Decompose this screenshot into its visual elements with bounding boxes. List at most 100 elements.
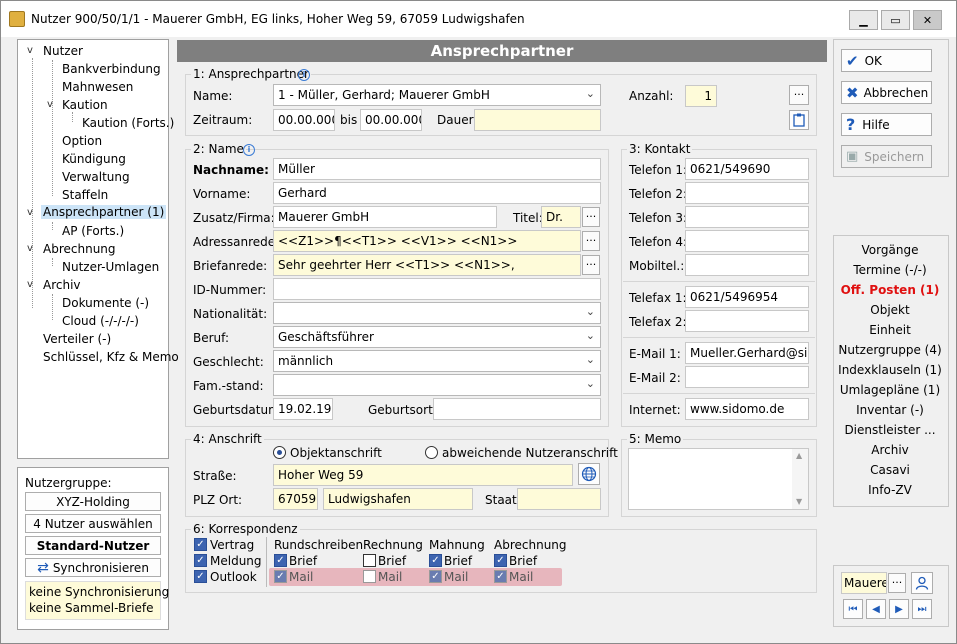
nav-vorgaenge[interactable]: Vorgänge <box>831 243 949 257</box>
zeitraum-to-input[interactable]: 00.00.0000 <box>360 109 422 131</box>
tel1-input[interactable]: 0621/549690 <box>685 158 809 180</box>
nav-archiv[interactable]: Archiv <box>831 443 949 457</box>
mobil-input[interactable] <box>685 254 809 276</box>
minimize-button[interactable]: ▁ <box>849 10 878 30</box>
globe-button[interactable] <box>578 463 600 485</box>
geschlecht-select[interactable]: männlich ⌄ <box>273 350 601 372</box>
tree-item-option[interactable]: Option <box>62 134 102 148</box>
clipboard-button[interactable] <box>789 110 809 130</box>
tree-item-nutzer[interactable]: Nutzer <box>43 44 83 58</box>
chevron-down-icon[interactable]: v <box>27 243 33 254</box>
abrechnung-brief-checkbox[interactable]: ✓ <box>494 554 507 567</box>
chevron-down-icon[interactable]: v <box>47 99 53 110</box>
zusatz-input[interactable]: Mauerer GmbH <box>273 206 497 228</box>
adressanrede-more-button[interactable]: ... <box>582 231 600 251</box>
sync-button[interactable]: ⇄ Synchronisieren <box>25 558 161 577</box>
rundschreiben-mail-checkbox[interactable]: ✓ <box>274 570 287 583</box>
more-button[interactable]: ... <box>789 85 809 105</box>
tel2-input[interactable] <box>685 182 809 204</box>
plz-input[interactable]: 67059 <box>273 488 318 510</box>
dauer-input[interactable] <box>474 109 601 131</box>
tree-item-nutzer-umlagen[interactable]: Nutzer-Umlagen <box>62 260 159 274</box>
tel4-input[interactable] <box>685 230 809 252</box>
briefanrede-more-button[interactable]: ... <box>582 255 600 275</box>
vorname-input[interactable]: Gerhard <box>273 182 601 204</box>
nationalitaet-select[interactable]: ⌄ <box>273 302 601 324</box>
close-button[interactable]: ✕ <box>913 10 942 30</box>
tree-item-dokumente[interactable]: Dokumente (-) <box>62 296 149 310</box>
rechnung-brief-checkbox[interactable] <box>363 554 376 567</box>
scroll-up-icon[interactable]: ▲ <box>796 451 802 460</box>
cancel-button[interactable]: ✖ Abbrechen <box>841 81 932 104</box>
tree-item-verwaltung[interactable]: Verwaltung <box>62 170 130 184</box>
select-users-button[interactable]: 4 Nutzer auswählen <box>25 514 161 533</box>
staat-input[interactable] <box>517 488 601 510</box>
prev-record-button[interactable]: ◀ <box>866 599 886 619</box>
nav-umlageplaene[interactable]: Umlagepläne (1) <box>831 383 949 397</box>
geburtsort-input[interactable] <box>433 398 601 420</box>
famstand-select[interactable]: ⌄ <box>273 374 601 396</box>
nav-casavi[interactable]: Casavi <box>831 463 949 477</box>
objektanschrift-label[interactable]: Objektanschrift <box>290 446 382 460</box>
chevron-down-icon[interactable]: v <box>27 279 33 290</box>
last-record-button[interactable]: ⏭ <box>912 599 932 619</box>
fax2-input[interactable] <box>685 310 809 332</box>
search-more-button[interactable]: ... <box>888 573 906 593</box>
nav-indexklauseln[interactable]: Indexklauseln (1) <box>831 363 949 377</box>
mail2-input[interactable] <box>685 366 809 388</box>
nachname-input[interactable]: Müller <box>273 158 601 180</box>
memo-scrollbar[interactable]: ▲ ▼ <box>792 449 808 509</box>
chevron-down-icon[interactable]: v <box>27 207 33 218</box>
tree-item-verteiler[interactable]: Verteiler (-) <box>43 332 111 346</box>
name-select[interactable]: 1 - Müller, Gerhard; Mauerer GmbH ⌄ <box>273 84 601 106</box>
geburtsdatum-input[interactable]: 19.02.1985 <box>273 398 333 420</box>
scroll-down-icon[interactable]: ▼ <box>796 497 802 506</box>
adressanrede-input[interactable]: <<Z1>>¶<<T1>> <<V1>> <<N1>> <box>273 230 581 252</box>
nav-termine[interactable]: Termine (-/-) <box>831 263 949 277</box>
nav-dienstleister[interactable]: Dienstleister ... <box>831 423 949 437</box>
tree-item-mahnwesen[interactable]: Mahnwesen <box>62 80 133 94</box>
internet-input[interactable]: www.sidomo.de <box>685 398 809 420</box>
tree-item-kuendigung[interactable]: Kündigung <box>62 152 126 166</box>
nav-info-zv[interactable]: Info-ZV <box>831 483 949 497</box>
objektanschrift-radio[interactable] <box>273 446 286 459</box>
fax1-input[interactable]: 0621/5496954 <box>685 286 809 308</box>
abweichende-anschrift-radio[interactable] <box>425 446 438 459</box>
info-icon[interactable]: i <box>298 69 310 81</box>
beruf-select[interactable]: Geschäftsführer ⌄ <box>273 326 601 348</box>
tree-item-kaution[interactable]: Kaution <box>62 98 108 112</box>
tree-item-archiv[interactable]: Archiv <box>43 278 81 292</box>
mail1-input[interactable]: Mueller.Gerhard@sido <box>685 342 809 364</box>
mahnung-mail-checkbox[interactable]: ✓ <box>429 570 442 583</box>
nav-nutzergruppe[interactable]: Nutzergruppe (4) <box>831 343 949 357</box>
save-button[interactable]: ▣ Speichern <box>841 145 932 168</box>
outlook-checkbox[interactable]: ✓ <box>194 570 207 583</box>
mahnung-brief-checkbox[interactable]: ✓ <box>429 554 442 567</box>
meldung-checkbox[interactable]: ✓ <box>194 554 207 567</box>
zeitraum-from-input[interactable]: 00.00.0000 <box>273 109 335 131</box>
next-record-button[interactable]: ▶ <box>889 599 909 619</box>
rechnung-mail-checkbox[interactable] <box>363 570 376 583</box>
strasse-input[interactable]: Hoher Weg 59 <box>273 464 573 486</box>
tree-item-bankverbindung[interactable]: Bankverbindung <box>62 62 161 76</box>
memo-textarea[interactable]: ▲ ▼ <box>628 448 809 510</box>
tree-item-ansprechpartner[interactable]: Ansprechpartner (1) <box>41 205 167 219</box>
nav-inventar[interactable]: Inventar (-) <box>831 403 949 417</box>
help-button[interactable]: ? Hilfe <box>841 113 932 136</box>
rundschreiben-brief-checkbox[interactable]: ✓ <box>274 554 287 567</box>
ok-button[interactable]: ✔ OK <box>841 49 932 72</box>
nav-offene-posten[interactable]: Off. Posten (1) <box>831 283 949 297</box>
tree-item-abrechnung[interactable]: Abrechnung <box>43 242 116 256</box>
tree-item-schluessel[interactable]: Schlüssel, Kfz & Memo <box>43 350 179 364</box>
abrechnung-mail-checkbox[interactable]: ✓ <box>494 570 507 583</box>
titel-input[interactable]: Dr. <box>541 206 581 228</box>
briefanrede-input[interactable]: Sehr geehrter Herr <<T1>> <<N1>>, <box>273 254 581 276</box>
nav-objekt[interactable]: Objekt <box>831 303 949 317</box>
tree-item-ap-forts[interactable]: AP (Forts.) <box>62 224 124 238</box>
nav-einheit[interactable]: Einheit <box>831 323 949 337</box>
tree-item-cloud[interactable]: Cloud (-/-/-/-) <box>62 314 139 328</box>
search-input[interactable]: Mauere <box>841 572 887 594</box>
tree-item-kaution-forts[interactable]: Kaution (Forts.) <box>82 116 174 130</box>
first-record-button[interactable]: ⏮ <box>843 599 863 619</box>
holding-button[interactable]: XYZ-Holding <box>25 492 161 511</box>
